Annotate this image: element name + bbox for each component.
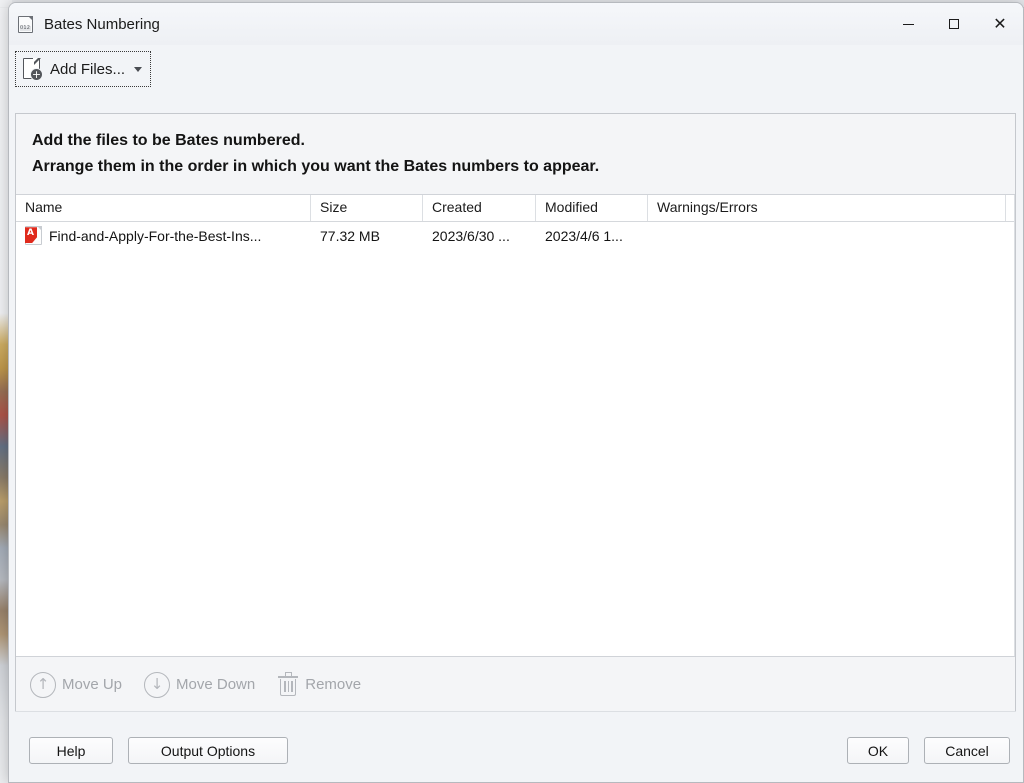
- table-header-row: Name Size Created Modified Warnings/Erro…: [16, 195, 1015, 222]
- ok-button[interactable]: OK: [847, 737, 909, 764]
- maximize-button[interactable]: [931, 3, 977, 45]
- maximize-icon: [949, 19, 959, 29]
- close-button[interactable]: ✕: [977, 3, 1023, 45]
- instructions-line-1: Add the files to be Bates numbered.: [32, 128, 999, 154]
- bates-document-icon: 012: [16, 15, 35, 34]
- file-name-text: Find-and-Apply-For-the-Best-Ins...: [49, 228, 261, 244]
- title-bar[interactable]: 012 Bates Numbering ✕: [9, 3, 1023, 45]
- window-title: Bates Numbering: [44, 16, 160, 33]
- move-down-button[interactable]: ↓ Move Down: [144, 672, 255, 698]
- move-up-label: Move Up: [62, 676, 122, 693]
- column-header-size[interactable]: Size: [311, 195, 423, 221]
- column-header-warnings-errors[interactable]: Warnings/Errors: [648, 195, 1006, 221]
- cancel-button[interactable]: Cancel: [924, 737, 1010, 764]
- footer-left-buttons: Help Output Options: [29, 737, 288, 764]
- output-options-button[interactable]: Output Options: [128, 737, 288, 764]
- add-files-label: Add Files...: [50, 61, 125, 78]
- cell-modified: 2023/4/6 1...: [536, 228, 648, 244]
- instructions-line-2: Arrange them in the order in which you w…: [32, 154, 999, 180]
- dialog-toolbar: + Add Files...: [9, 45, 1023, 99]
- close-icon: ✕: [993, 16, 1006, 32]
- arrow-down-circle-icon: ↓: [144, 672, 170, 698]
- table-row[interactable]: A Find-and-Apply-For-the-Best-Ins... 77.…: [16, 222, 1015, 250]
- pdf-file-icon: A: [25, 226, 42, 245]
- help-button[interactable]: Help: [29, 737, 113, 764]
- remove-button[interactable]: Remove: [277, 672, 361, 698]
- arrow-up-circle-icon: ↑: [30, 672, 56, 698]
- bates-icon-digits: 012: [20, 26, 31, 31]
- dialog-footer: Help Output Options OK Cancel: [9, 711, 1023, 782]
- move-down-label: Move Down: [176, 676, 255, 693]
- window-controls: ✕: [885, 3, 1023, 45]
- file-list-panel: Add the files to be Bates numbered. Arra…: [15, 113, 1016, 713]
- add-files-button[interactable]: + Add Files...: [15, 51, 151, 87]
- file-table: Name Size Created Modified Warnings/Erro…: [16, 195, 1015, 656]
- move-up-button[interactable]: ↑ Move Up: [30, 672, 122, 698]
- minimize-icon: [903, 24, 914, 25]
- column-header-created[interactable]: Created: [423, 195, 536, 221]
- file-actions-toolbar: ↑ Move Up ↓ Move Down Remove: [16, 656, 1015, 712]
- remove-label: Remove: [305, 676, 361, 693]
- table-right-divider: [1014, 195, 1015, 656]
- add-file-icon: +: [22, 56, 46, 82]
- cell-name: A Find-and-Apply-For-the-Best-Ins...: [16, 226, 311, 245]
- cell-size: 77.32 MB: [311, 228, 423, 244]
- instructions-block: Add the files to be Bates numbered. Arra…: [16, 114, 1015, 195]
- footer-separator: [15, 711, 1016, 712]
- column-header-name[interactable]: Name: [16, 195, 311, 221]
- footer-right-buttons: OK Cancel: [847, 737, 1010, 764]
- bates-numbering-dialog: 012 Bates Numbering ✕ + Add Files...: [8, 2, 1024, 783]
- cell-created: 2023/6/30 ...: [423, 228, 536, 244]
- minimize-button[interactable]: [885, 3, 931, 45]
- chevron-down-icon[interactable]: [134, 67, 142, 72]
- trash-icon: [277, 672, 299, 698]
- column-header-modified[interactable]: Modified: [536, 195, 648, 221]
